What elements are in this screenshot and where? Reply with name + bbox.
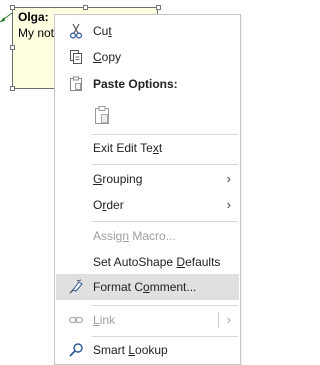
resize-handle-top-left[interactable] (10, 5, 15, 10)
menu-item-label: Smart Lookup (93, 343, 168, 357)
menu-item-format-comment[interactable]: Format Comment... (56, 274, 239, 300)
context-menu: Cut Copy Paste Options: Exit Edit Text G… (54, 14, 241, 365)
menu-item-assign-macro[interactable]: Assign Macro... (56, 224, 239, 248)
menu-item-label: Grouping (93, 172, 143, 186)
menu-item-exit-edit-text[interactable]: Exit Edit Text (56, 136, 239, 160)
menu-item-grouping[interactable]: Grouping › (56, 167, 239, 191)
menu-item-set-autoshape-defaults[interactable]: Set AutoShape Defaults (56, 250, 239, 274)
menu-separator (92, 336, 238, 337)
clipboard-icon (70, 76, 82, 91)
menu-separator (92, 221, 238, 222)
comment-text: My not (18, 26, 55, 40)
menu-item-copy[interactable]: Copy (56, 45, 239, 69)
menu-item-order[interactable]: Order › (56, 193, 239, 217)
chevron-right-icon[interactable]: › (227, 308, 231, 332)
menu-item-label: Cut (93, 24, 112, 38)
menu-item-label: Set AutoShape Defaults (93, 255, 221, 269)
menu-item-smart-lookup[interactable]: Smart Lookup (56, 338, 239, 362)
resize-handle-bottom-left[interactable] (10, 86, 15, 91)
menu-separator (92, 164, 238, 165)
submenu-divider (218, 312, 219, 328)
chevron-right-icon: › (226, 197, 231, 212)
search-icon (69, 343, 83, 357)
comment-author: Olga: (18, 10, 49, 24)
menu-item-label: Copy (93, 50, 122, 64)
resize-handle-top[interactable] (83, 5, 88, 10)
menu-item-cut[interactable]: Cut (56, 19, 239, 43)
resize-handle-left[interactable] (10, 45, 15, 50)
resize-handle-top-right[interactable] (156, 5, 161, 10)
link-icon (68, 316, 84, 324)
menu-separator (92, 305, 238, 306)
menu-item-label: Exit Edit Text (93, 141, 163, 155)
menu-item-label: Format Comment... (93, 280, 197, 294)
paste-options-header: Paste Options: (56, 72, 239, 96)
copy-icon (70, 50, 82, 64)
menu-separator (92, 134, 238, 135)
menu-item-label: Assign Macro... (93, 229, 176, 243)
menu-item-link[interactable]: Link › (56, 308, 239, 332)
menu-item-label: Order (93, 198, 124, 212)
scissors-icon (69, 23, 83, 39)
stage: Olga: My not Cut Copy Paste Options: Exi… (0, 0, 241, 365)
chevron-right-icon: › (226, 171, 231, 186)
format-brush-icon (69, 279, 83, 294)
paste-icon[interactable] (91, 104, 113, 126)
paste-options-label: Paste Options: (93, 77, 178, 91)
menu-item-label: Link (93, 313, 116, 327)
